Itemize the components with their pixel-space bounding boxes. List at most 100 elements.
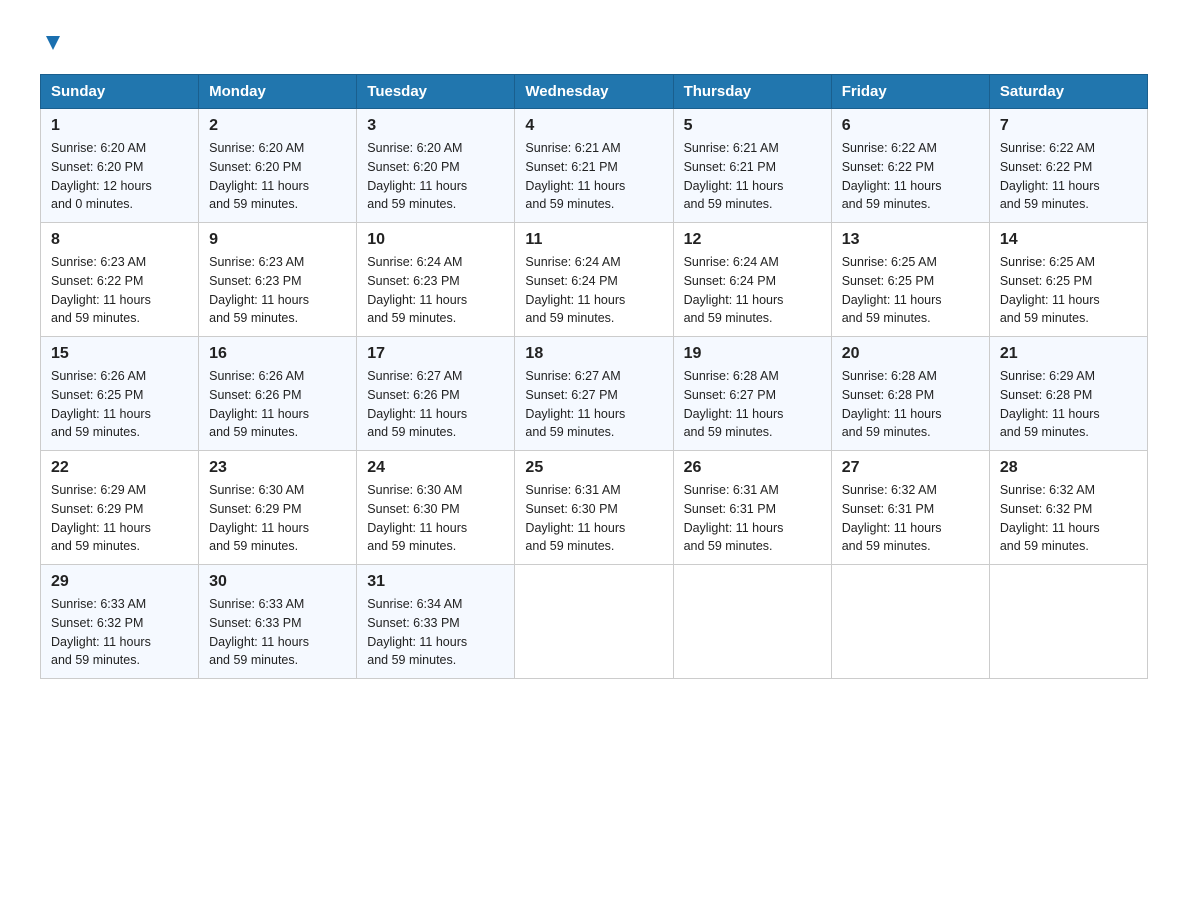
day-number: 4: [525, 117, 662, 135]
day-cell: 2 Sunrise: 6:20 AMSunset: 6:20 PMDaylight…: [199, 109, 357, 223]
day-number: 7: [1000, 117, 1137, 135]
logo-triangle-icon: [42, 32, 64, 54]
logo: [40, 30, 64, 54]
day-cell: 31 Sunrise: 6:34 AMSunset: 6:33 PMDayligh…: [357, 565, 515, 679]
day-cell: 18 Sunrise: 6:27 AMSunset: 6:27 PMDayligh…: [515, 337, 673, 451]
day-info: Sunrise: 6:28 AMSunset: 6:28 PMDaylight:…: [842, 367, 979, 442]
day-cell: 4 Sunrise: 6:21 AMSunset: 6:21 PMDaylight…: [515, 109, 673, 223]
day-cell: 9 Sunrise: 6:23 AMSunset: 6:23 PMDaylight…: [199, 223, 357, 337]
day-cell: 10 Sunrise: 6:24 AMSunset: 6:23 PMDayligh…: [357, 223, 515, 337]
day-number: 8: [51, 231, 188, 249]
day-number: 5: [684, 117, 821, 135]
day-info: Sunrise: 6:31 AMSunset: 6:31 PMDaylight:…: [684, 481, 821, 556]
day-info: Sunrise: 6:27 AMSunset: 6:26 PMDaylight:…: [367, 367, 504, 442]
day-info: Sunrise: 6:30 AMSunset: 6:30 PMDaylight:…: [367, 481, 504, 556]
day-number: 6: [842, 117, 979, 135]
day-number: 20: [842, 345, 979, 363]
day-cell: 11 Sunrise: 6:24 AMSunset: 6:24 PMDayligh…: [515, 223, 673, 337]
day-cell: 5 Sunrise: 6:21 AMSunset: 6:21 PMDaylight…: [673, 109, 831, 223]
day-info: Sunrise: 6:27 AMSunset: 6:27 PMDaylight:…: [525, 367, 662, 442]
day-cell: 12 Sunrise: 6:24 AMSunset: 6:24 PMDayligh…: [673, 223, 831, 337]
week-row-3: 15Sunrise: 6:26 AMSunset: 6:25 PMDayligh…: [41, 337, 1148, 451]
day-number: 16: [209, 345, 346, 363]
day-info: Sunrise: 6:32 AMSunset: 6:32 PMDaylight:…: [1000, 481, 1137, 556]
day-info: Sunrise: 6:20 AMSunset: 6:20 PMDaylight:…: [209, 139, 346, 214]
page-header: [40, 30, 1148, 54]
week-row-2: 8Sunrise: 6:23 AMSunset: 6:22 PMDaylight…: [41, 223, 1148, 337]
day-cell: 6 Sunrise: 6:22 AMSunset: 6:22 PMDaylight…: [831, 109, 989, 223]
day-cell: 24 Sunrise: 6:30 AMSunset: 6:30 PMDayligh…: [357, 451, 515, 565]
day-cell: [989, 565, 1147, 679]
day-number: 21: [1000, 345, 1137, 363]
calendar-header: SundayMondayTuesdayWednesdayThursdayFrid…: [41, 75, 1148, 109]
day-info: Sunrise: 6:23 AMSunset: 6:23 PMDaylight:…: [209, 253, 346, 328]
day-info: Sunrise: 6:30 AMSunset: 6:29 PMDaylight:…: [209, 481, 346, 556]
day-cell: 20 Sunrise: 6:28 AMSunset: 6:28 PMDayligh…: [831, 337, 989, 451]
day-number: 24: [367, 459, 504, 477]
header-cell-monday: Monday: [199, 75, 357, 109]
day-cell: 16 Sunrise: 6:26 AMSunset: 6:26 PMDayligh…: [199, 337, 357, 451]
day-number: 12: [684, 231, 821, 249]
day-info: Sunrise: 6:24 AMSunset: 6:23 PMDaylight:…: [367, 253, 504, 328]
day-info: Sunrise: 6:20 AMSunset: 6:20 PMDaylight:…: [367, 139, 504, 214]
day-cell: 27Sunrise: 6:32 AMSunset: 6:31 PMDayligh…: [831, 451, 989, 565]
header-cell-tuesday: Tuesday: [357, 75, 515, 109]
day-info: Sunrise: 6:28 AMSunset: 6:27 PMDaylight:…: [684, 367, 821, 442]
day-info: Sunrise: 6:21 AMSunset: 6:21 PMDaylight:…: [684, 139, 821, 214]
day-info: Sunrise: 6:21 AMSunset: 6:21 PMDaylight:…: [525, 139, 662, 214]
day-number: 29: [51, 573, 188, 591]
day-number: 11: [525, 231, 662, 249]
day-cell: 28 Sunrise: 6:32 AMSunset: 6:32 PMDayligh…: [989, 451, 1147, 565]
day-cell: 23Sunrise: 6:30 AMSunset: 6:29 PMDayligh…: [199, 451, 357, 565]
day-number: 28: [1000, 459, 1137, 477]
header-cell-sunday: Sunday: [41, 75, 199, 109]
day-info: Sunrise: 6:22 AMSunset: 6:22 PMDaylight:…: [1000, 139, 1137, 214]
week-row-5: 29Sunrise: 6:33 AMSunset: 6:32 PMDayligh…: [41, 565, 1148, 679]
day-cell: [831, 565, 989, 679]
day-number: 9: [209, 231, 346, 249]
day-info: Sunrise: 6:22 AMSunset: 6:22 PMDaylight:…: [842, 139, 979, 214]
header-cell-thursday: Thursday: [673, 75, 831, 109]
header-cell-friday: Friday: [831, 75, 989, 109]
week-row-1: 1 Sunrise: 6:20 AMSunset: 6:20 PMDaylight…: [41, 109, 1148, 223]
day-number: 1: [51, 117, 188, 135]
day-info: Sunrise: 6:29 AMSunset: 6:28 PMDaylight:…: [1000, 367, 1137, 442]
day-cell: 1 Sunrise: 6:20 AMSunset: 6:20 PMDaylight…: [41, 109, 199, 223]
day-number: 13: [842, 231, 979, 249]
day-cell: 26Sunrise: 6:31 AMSunset: 6:31 PMDayligh…: [673, 451, 831, 565]
day-info: Sunrise: 6:25 AMSunset: 6:25 PMDaylight:…: [1000, 253, 1137, 328]
day-info: Sunrise: 6:26 AMSunset: 6:25 PMDaylight:…: [51, 367, 188, 442]
day-cell: 25 Sunrise: 6:31 AMSunset: 6:30 PMDayligh…: [515, 451, 673, 565]
day-number: 18: [525, 345, 662, 363]
day-info: Sunrise: 6:31 AMSunset: 6:30 PMDaylight:…: [525, 481, 662, 556]
day-cell: 30 Sunrise: 6:33 AMSunset: 6:33 PMDayligh…: [199, 565, 357, 679]
day-number: 30: [209, 573, 346, 591]
day-number: 2: [209, 117, 346, 135]
day-number: 10: [367, 231, 504, 249]
day-cell: [515, 565, 673, 679]
day-number: 25: [525, 459, 662, 477]
day-number: 19: [684, 345, 821, 363]
day-number: 22: [51, 459, 188, 477]
day-info: Sunrise: 6:32 AMSunset: 6:31 PMDaylight:…: [842, 481, 979, 556]
day-info: Sunrise: 6:25 AMSunset: 6:25 PMDaylight:…: [842, 253, 979, 328]
day-number: 3: [367, 117, 504, 135]
calendar-table: SundayMondayTuesdayWednesdayThursdayFrid…: [40, 74, 1148, 679]
day-number: 31: [367, 573, 504, 591]
day-info: Sunrise: 6:29 AMSunset: 6:29 PMDaylight:…: [51, 481, 188, 556]
day-cell: 22 Sunrise: 6:29 AMSunset: 6:29 PMDayligh…: [41, 451, 199, 565]
day-cell: [673, 565, 831, 679]
day-info: Sunrise: 6:26 AMSunset: 6:26 PMDaylight:…: [209, 367, 346, 442]
day-cell: 19 Sunrise: 6:28 AMSunset: 6:27 PMDayligh…: [673, 337, 831, 451]
day-number: 14: [1000, 231, 1137, 249]
day-cell: 21 Sunrise: 6:29 AMSunset: 6:28 PMDayligh…: [989, 337, 1147, 451]
day-info: Sunrise: 6:34 AMSunset: 6:33 PMDaylight:…: [367, 595, 504, 670]
day-number: 17: [367, 345, 504, 363]
week-row-4: 22 Sunrise: 6:29 AMSunset: 6:29 PMDayligh…: [41, 451, 1148, 565]
day-info: Sunrise: 6:24 AMSunset: 6:24 PMDaylight:…: [684, 253, 821, 328]
header-cell-saturday: Saturday: [989, 75, 1147, 109]
day-info: Sunrise: 6:24 AMSunset: 6:24 PMDaylight:…: [525, 253, 662, 328]
day-info: Sunrise: 6:33 AMSunset: 6:33 PMDaylight:…: [209, 595, 346, 670]
day-info: Sunrise: 6:20 AMSunset: 6:20 PMDaylight:…: [51, 139, 188, 214]
header-row: SundayMondayTuesdayWednesdayThursdayFrid…: [41, 75, 1148, 109]
